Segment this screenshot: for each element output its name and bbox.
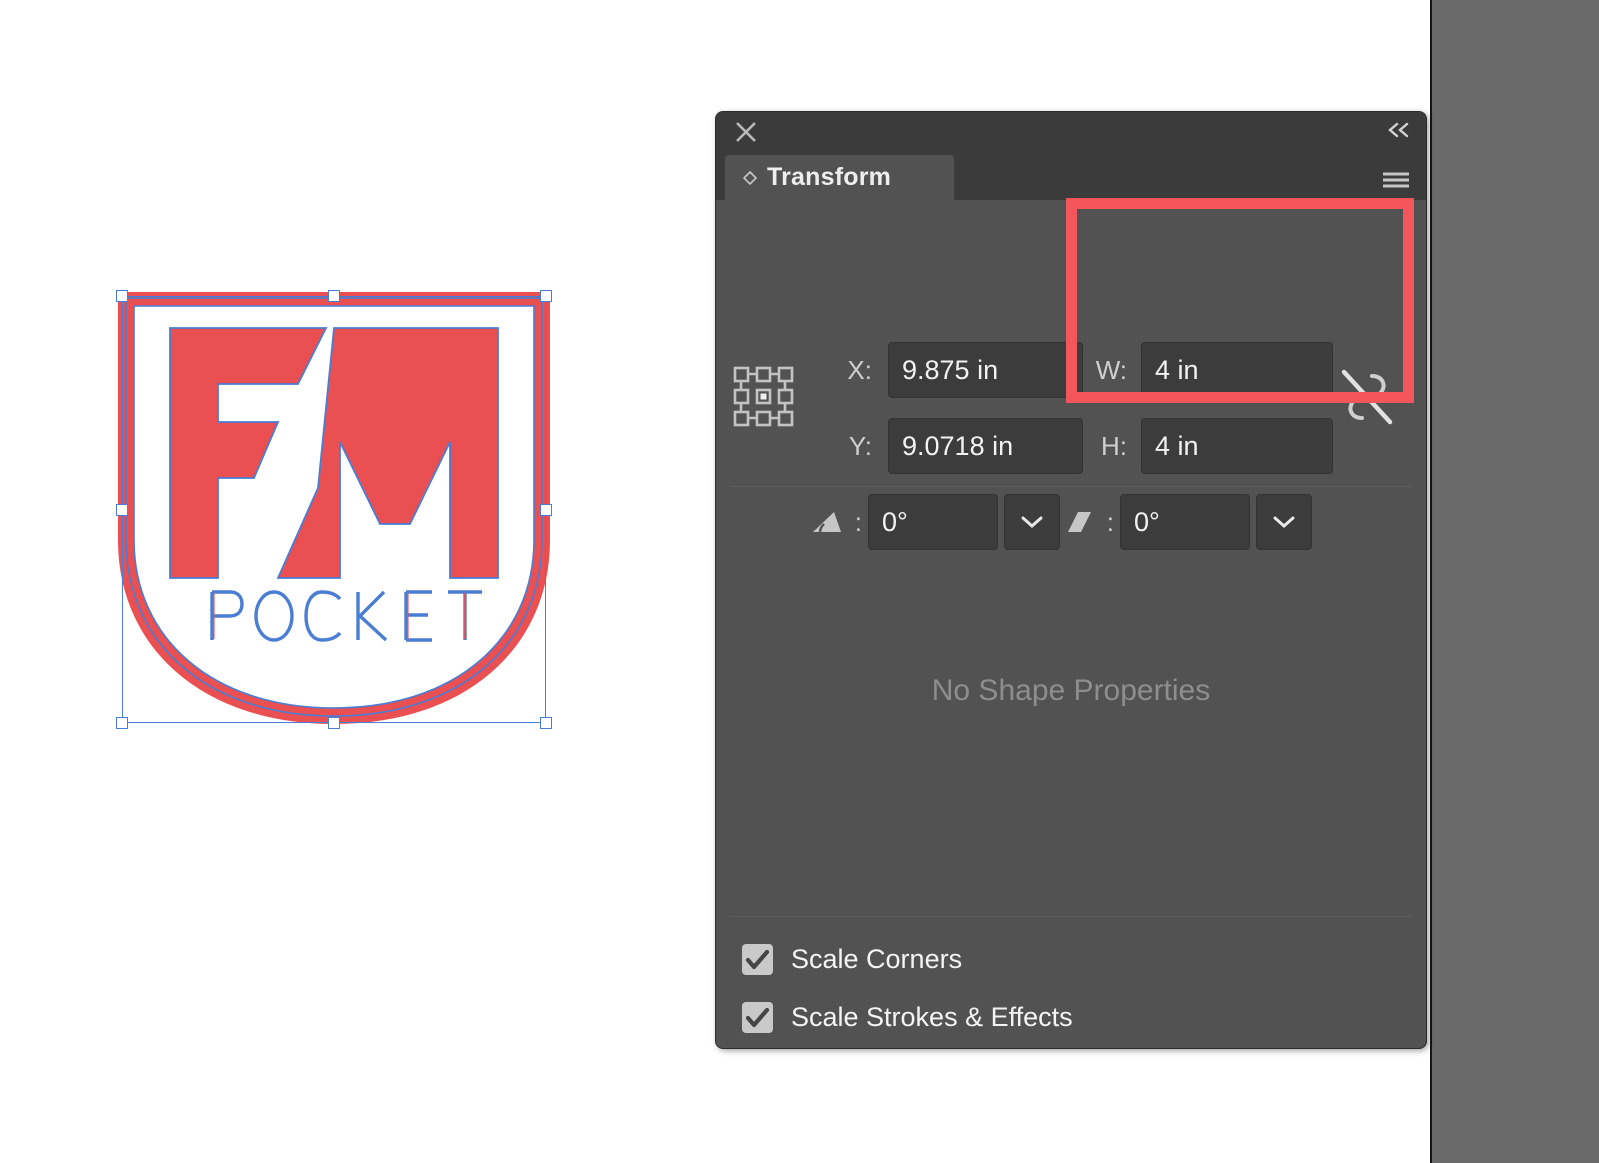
no-shape-properties-message: No Shape Properties — [931, 674, 1211, 707]
panel-tabstrip: Transform — [716, 155, 1426, 200]
field-row-x: X: 9.875 in — [834, 342, 1083, 398]
panel-checkbox-group: Scale Corners Scale Strokes & Effects — [742, 930, 1402, 1046]
rotate-dropdown-button[interactable] — [1004, 494, 1060, 550]
shear-colon: : — [1106, 506, 1114, 537]
selection-handle-bottom-left[interactable] — [116, 717, 128, 729]
scale-corners-label: Scale Corners — [791, 943, 963, 974]
divider-upper — [730, 486, 1412, 487]
h-label: H: — [1101, 430, 1127, 461]
checkbox-row-scale-strokes-effects[interactable]: Scale Strokes & Effects — [742, 988, 1402, 1046]
reference-point-grid-icon[interactable] — [732, 365, 794, 427]
h-input[interactable]: 4 in — [1141, 418, 1333, 474]
shear-dropdown-button[interactable] — [1256, 494, 1312, 550]
checkbox-row-scale-corners[interactable]: Scale Corners — [742, 930, 1402, 988]
shear-parallelogram-icon — [1064, 507, 1096, 537]
tab-transform-label: Transform — [767, 163, 892, 191]
rotate-colon: : — [854, 506, 862, 537]
rotate-input[interactable]: 0° — [868, 494, 998, 550]
w-input[interactable]: 4 in — [1141, 342, 1333, 398]
fm-pocket-shield-logo[interactable] — [118, 292, 550, 724]
selection-handle-top-center[interactable] — [328, 290, 340, 302]
x-input[interactable]: 9.875 in — [888, 342, 1083, 398]
selection-handle-bottom-center[interactable] — [328, 717, 340, 729]
field-row-h: H: 4 in — [1087, 418, 1333, 474]
scale-strokes-effects-checkbox[interactable] — [742, 1001, 773, 1033]
selection-handle-bottom-right[interactable] — [540, 717, 552, 729]
field-row-rotate: : 0° — [810, 494, 1060, 550]
tab-transform[interactable]: Transform — [725, 155, 954, 200]
constrain-proportions-unlinked-icon[interactable] — [1338, 364, 1396, 430]
panel-menu-hamburger-icon[interactable] — [1381, 171, 1411, 189]
y-input[interactable]: 9.0718 in — [888, 418, 1083, 474]
y-label: Y: — [848, 430, 872, 461]
panel-titlebar — [716, 112, 1426, 155]
selection-handle-middle-left[interactable] — [116, 504, 128, 516]
selection-handle-middle-right[interactable] — [540, 504, 552, 516]
field-row-shear: : 0° — [1064, 494, 1312, 550]
w-label: W: — [1095, 354, 1127, 385]
transform-panel: Transform X: 9.875 in Y: 9.0718 in W: 4 … — [716, 112, 1426, 1048]
scale-corners-checkbox[interactable] — [742, 943, 773, 975]
transform-diamond-icon — [742, 170, 758, 185]
app-root: Transform X: 9.875 in Y: 9.0718 in W: 4 … — [0, 0, 1599, 1163]
selection-handle-top-left[interactable] — [116, 290, 128, 302]
x-label: X: — [847, 354, 872, 385]
field-row-y: Y: 9.0718 in — [834, 418, 1083, 474]
field-row-w: W: 4 in — [1087, 342, 1333, 398]
selection-handle-top-right[interactable] — [540, 290, 552, 302]
close-icon[interactable] — [733, 119, 759, 145]
transform-fields: X: 9.875 in Y: 9.0718 in W: 4 in H: 4 in — [716, 200, 1426, 588]
scale-strokes-effects-label: Scale Strokes & Effects — [791, 1001, 1073, 1032]
rotate-angle-icon — [810, 507, 844, 537]
shear-input[interactable]: 0° — [1120, 494, 1250, 550]
collapse-double-chevron-icon[interactable] — [1385, 120, 1413, 146]
divider-lower — [730, 916, 1412, 917]
outside-canvas-area — [1432, 0, 1599, 1163]
